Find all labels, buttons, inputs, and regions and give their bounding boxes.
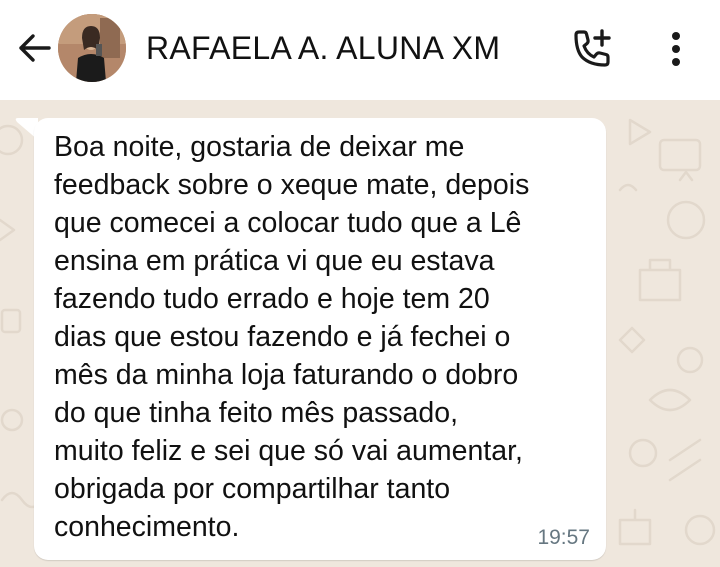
message-bubble[interactable]: Boa noite, gostaria de deixar me feedbac… <box>34 118 606 560</box>
profile-photo <box>58 14 126 82</box>
chat-area[interactable]: Boa noite, gostaria de deixar me feedbac… <box>0 100 720 567</box>
message-text: Boa noite, gostaria de deixar me feedbac… <box>54 131 530 543</box>
avatar[interactable] <box>58 14 126 82</box>
more-options-button[interactable] <box>656 26 696 72</box>
more-vertical-icon <box>672 32 680 66</box>
back-button[interactable] <box>12 28 56 68</box>
arrow-left-icon <box>19 34 51 62</box>
add-call-button[interactable] <box>566 26 618 72</box>
add-call-icon <box>574 29 611 67</box>
message-timestamp: 19:57 <box>537 526 590 549</box>
chat-header: RAFAELA A. ALUNA XM <box>0 0 720 100</box>
contact-name[interactable]: RAFAELA A. ALUNA XM <box>146 28 500 68</box>
